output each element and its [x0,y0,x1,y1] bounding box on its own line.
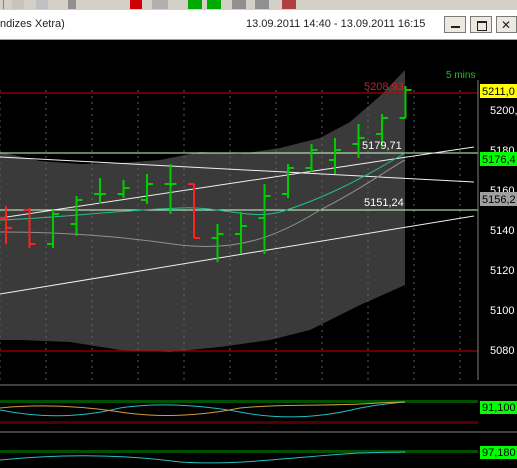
close-chart-icon[interactable] [282,0,296,9]
interval-label: 5 mins [446,70,475,81]
window-title: ndizes Xetra) [0,18,65,30]
price-tick: 5140 [490,225,514,237]
price-tick: 5100 [490,305,514,317]
cursor-tool-icon[interactable] [12,0,24,9]
close-icon: ✕ [501,18,512,32]
chart-tool-icon[interactable] [152,0,168,9]
green-tool-icon[interactable] [188,0,202,9]
close-button[interactable]: ✕ [496,16,517,33]
gray-tool-2-icon[interactable] [255,0,269,9]
price-badge-current-label: 5211,0 [482,86,515,98]
diamond-tool-icon[interactable] [36,0,48,9]
down-marker-icon[interactable] [100,0,112,9]
price-tick: 5120 [490,265,514,277]
restore-button[interactable] [470,16,492,33]
annotation-low: 5151,24 [364,197,404,209]
price-tick: 5200, [490,105,517,117]
toolbar-sep [3,0,4,9]
minimize-icon [451,26,460,28]
price-chart[interactable]: 5208,93 5179,71 5151,24 5 mins 5200, 518… [0,40,517,468]
price-badge-ma-label: 5176,4 [482,154,516,166]
annotation-mid: 5179,71 [362,140,402,152]
price-badge-band-label: 5156,2 [482,194,516,206]
envelope-band [0,70,405,352]
indicator-badge-1-label: 91,100 [482,402,516,414]
chart-window-titlebar: ndizes Xetra) 13.09.2011 14:40 - 13.09.2… [0,10,517,40]
minimize-button[interactable] [444,16,466,33]
time-range: 13.09.2011 14:40 - 13.09.2011 16:15 [246,18,426,30]
indicator-pane-1 [0,385,478,427]
indicator-badge-2-label: 97,180 [482,447,516,459]
gray-tool-icon[interactable] [232,0,246,9]
green-tool-2-icon[interactable] [207,0,221,9]
restore-icon [477,21,487,31]
red-marker-icon[interactable] [130,0,142,9]
dropdown-arrow-icon[interactable] [68,0,76,9]
annotation-high: 5208,93 [364,81,404,93]
price-tick: 5080 [490,345,514,357]
